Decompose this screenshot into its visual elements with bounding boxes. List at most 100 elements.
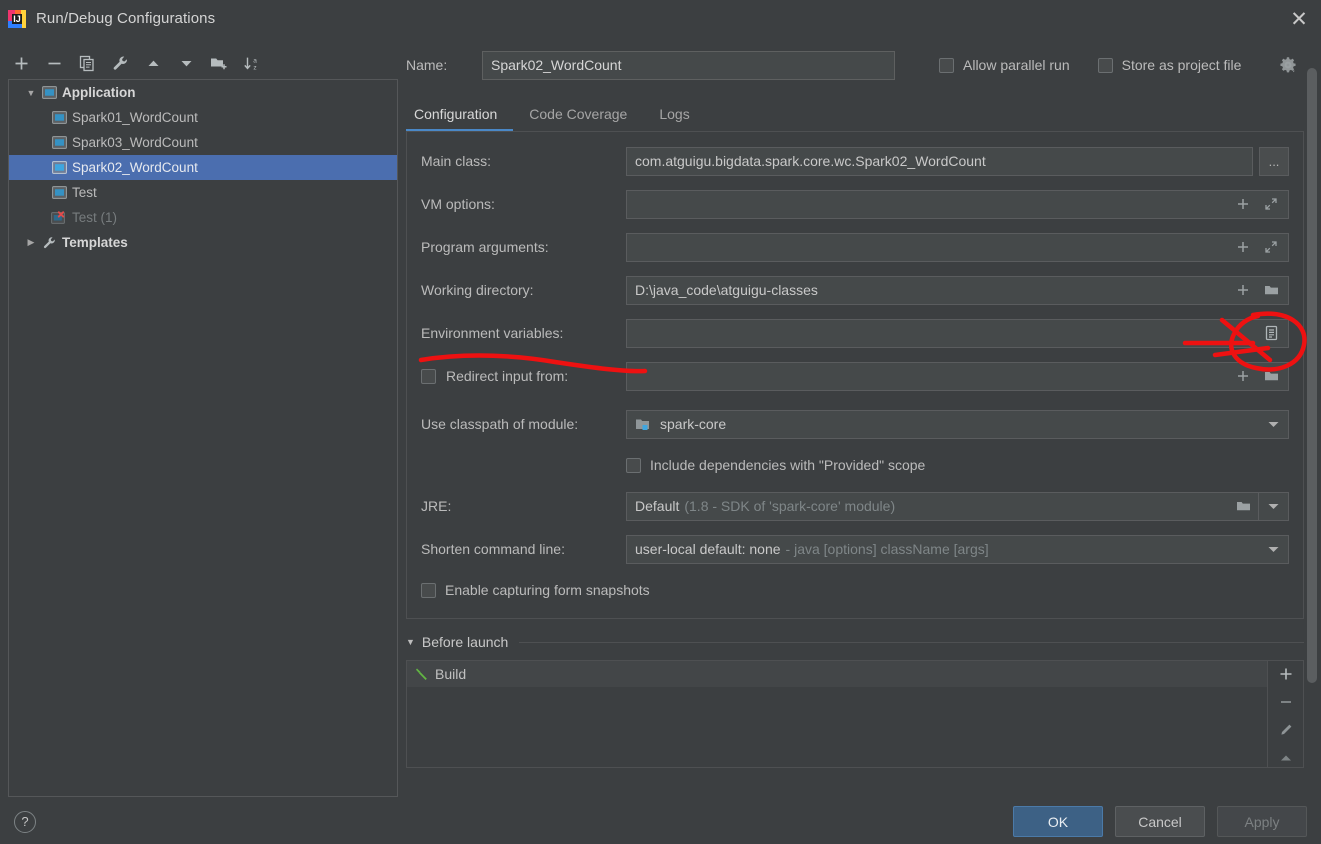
use-classpath-of-module-combo[interactable]: spark-core bbox=[626, 409, 1289, 439]
build-hammer-icon bbox=[415, 667, 435, 681]
include-provided-scope-label: Include dependencies with "Provided" sco… bbox=[650, 457, 926, 473]
checkbox-box[interactable] bbox=[939, 57, 954, 73]
name-label: Name: bbox=[406, 57, 448, 73]
chevron-down-icon[interactable] bbox=[1258, 492, 1288, 520]
plus-icon[interactable] bbox=[1230, 278, 1256, 303]
add-configuration-button[interactable] bbox=[8, 50, 34, 76]
plus-icon[interactable] bbox=[1230, 192, 1256, 217]
checkbox-box[interactable] bbox=[1097, 57, 1113, 73]
remove-configuration-button[interactable] bbox=[41, 50, 67, 76]
configuration-tab-content: Main class: ... VM options: bbox=[406, 132, 1304, 619]
use-classpath-of-module-row: Use classpath of module: spark-core bbox=[407, 409, 1303, 439]
application-icon bbox=[39, 86, 59, 99]
folder-icon[interactable] bbox=[1258, 278, 1284, 303]
program-arguments-row: Program arguments: bbox=[407, 232, 1303, 262]
chevron-down-icon[interactable] bbox=[1258, 536, 1288, 563]
program-arguments-input[interactable] bbox=[626, 232, 1289, 262]
tree-item-spark03-wordcount[interactable]: Spark03_WordCount bbox=[9, 130, 397, 155]
environment-variables-input[interactable] bbox=[626, 318, 1289, 348]
application-icon bbox=[49, 136, 69, 149]
store-as-project-file-label: Store as project file bbox=[1121, 57, 1242, 73]
allow-parallel-run-checkbox[interactable]: Allow parallel run bbox=[939, 57, 1070, 73]
configurations-tree[interactable]: ▼ Application Spark01_WordCount Spark03_… bbox=[8, 79, 398, 797]
main-class-label: Main class: bbox=[421, 153, 492, 169]
gear-dropdown-icon[interactable] bbox=[1279, 56, 1297, 74]
configuration-editor-panel: Name: Allow parallel run Store as projec… bbox=[406, 44, 1304, 799]
sort-az-icon[interactable]: a z bbox=[239, 50, 265, 76]
folder-icon[interactable] bbox=[1230, 493, 1256, 520]
expand-icon[interactable] bbox=[1258, 192, 1284, 217]
tree-item-test[interactable]: Test bbox=[9, 180, 397, 205]
shorten-command-line-combo[interactable]: user-local default: none - java [options… bbox=[626, 534, 1289, 564]
before-launch-item-build[interactable]: Build bbox=[407, 661, 1267, 687]
arrow-up-icon[interactable] bbox=[140, 50, 166, 76]
chevron-right-icon[interactable]: ▶ bbox=[23, 237, 39, 248]
tab-code-coverage[interactable]: Code Coverage bbox=[513, 96, 643, 132]
vm-options-row: VM options: bbox=[407, 189, 1303, 219]
before-launch-add-button[interactable] bbox=[1273, 665, 1299, 684]
chevron-down-icon[interactable]: ▼ bbox=[23, 88, 39, 98]
enable-form-snapshots-checkbox[interactable]: Enable capturing form snapshots bbox=[421, 582, 650, 598]
allow-parallel-run-label: Allow parallel run bbox=[963, 57, 1070, 73]
redirect-input-checkbox[interactable]: Redirect input from: bbox=[421, 368, 626, 384]
dialog-vertical-scrollbar[interactable] bbox=[1306, 68, 1318, 748]
jre-row: JRE: Default (1.8 - SDK of 'spark-core' … bbox=[407, 491, 1303, 521]
arrow-down-icon[interactable] bbox=[173, 50, 199, 76]
before-launch-title: Before launch bbox=[421, 634, 509, 650]
vm-options-input[interactable] bbox=[626, 189, 1289, 219]
chevron-down-icon[interactable] bbox=[1258, 411, 1288, 438]
tree-group-templates[interactable]: ▶ Templates bbox=[9, 230, 397, 255]
main-class-browse-button[interactable]: ... bbox=[1259, 146, 1289, 176]
jre-combo[interactable]: Default (1.8 - SDK of 'spark-core' modul… bbox=[626, 491, 1289, 521]
ok-button[interactable]: OK bbox=[1013, 806, 1103, 837]
divider bbox=[519, 641, 1304, 643]
apply-button[interactable]: Apply bbox=[1217, 806, 1307, 837]
svg-text:a: a bbox=[253, 57, 257, 64]
working-directory-input[interactable] bbox=[626, 275, 1289, 305]
tab-configuration[interactable]: Configuration bbox=[406, 96, 514, 132]
chevron-down-icon[interactable]: ▼ bbox=[406, 637, 415, 647]
expand-icon[interactable] bbox=[1258, 235, 1284, 260]
before-launch-header: ▼ Before launch bbox=[406, 634, 1304, 650]
enable-form-snapshots-row: Enable capturing form snapshots bbox=[407, 577, 1303, 603]
application-icon bbox=[49, 111, 69, 124]
before-launch-remove-button[interactable] bbox=[1273, 693, 1299, 712]
use-classpath-of-module-value: spark-core bbox=[660, 416, 727, 432]
plus-icon[interactable] bbox=[1230, 235, 1256, 260]
tree-group-application[interactable]: ▼ Application bbox=[9, 80, 397, 105]
configurations-toolbar: a z bbox=[8, 48, 398, 78]
copy-configuration-button[interactable] bbox=[74, 50, 100, 76]
checkbox-box[interactable] bbox=[421, 582, 436, 598]
tree-item-spark02-wordcount[interactable]: Spark02_WordCount bbox=[9, 155, 397, 180]
tab-logs[interactable]: Logs bbox=[643, 96, 705, 132]
working-directory-row: Working directory: bbox=[407, 275, 1303, 305]
redirect-input-row: Redirect input from: bbox=[407, 361, 1303, 391]
plus-icon[interactable] bbox=[1230, 364, 1256, 389]
scrollbar-thumb[interactable] bbox=[1307, 68, 1317, 683]
main-class-input[interactable] bbox=[626, 146, 1253, 176]
tree-item-spark01-wordcount[interactable]: Spark01_WordCount bbox=[9, 105, 397, 130]
before-launch-move-up-button[interactable] bbox=[1273, 748, 1299, 767]
cancel-button[interactable]: Cancel bbox=[1115, 806, 1205, 837]
before-launch-side-toolbar bbox=[1267, 661, 1303, 767]
checkbox-box[interactable] bbox=[626, 457, 641, 473]
before-launch-list[interactable]: Build bbox=[407, 661, 1267, 767]
editor-tabs: Configuration Code Coverage Logs bbox=[406, 92, 1304, 132]
store-as-project-file-checkbox[interactable]: Store as project file bbox=[1097, 57, 1242, 73]
name-input[interactable] bbox=[482, 50, 895, 80]
close-icon[interactable]: ✕ bbox=[1285, 5, 1313, 33]
tree-item-test-1[interactable]: Test (1) bbox=[9, 205, 397, 230]
tree-item-label: Application bbox=[62, 85, 136, 100]
dialog-title: Run/Debug Configurations bbox=[36, 10, 216, 27]
list-browse-icon[interactable] bbox=[1258, 321, 1284, 346]
pencil-icon[interactable] bbox=[1273, 721, 1299, 740]
folder-add-icon[interactable] bbox=[206, 50, 232, 76]
checkbox-box[interactable] bbox=[421, 368, 436, 384]
redirect-input-field[interactable] bbox=[626, 361, 1289, 391]
wrench-icon[interactable] bbox=[107, 50, 133, 76]
svg-text:z: z bbox=[253, 64, 256, 71]
include-provided-scope-checkbox[interactable]: Include dependencies with "Provided" sco… bbox=[626, 457, 925, 473]
folder-icon[interactable] bbox=[1258, 364, 1284, 389]
main-class-row: Main class: ... bbox=[407, 146, 1303, 176]
help-button[interactable]: ? bbox=[14, 810, 36, 833]
